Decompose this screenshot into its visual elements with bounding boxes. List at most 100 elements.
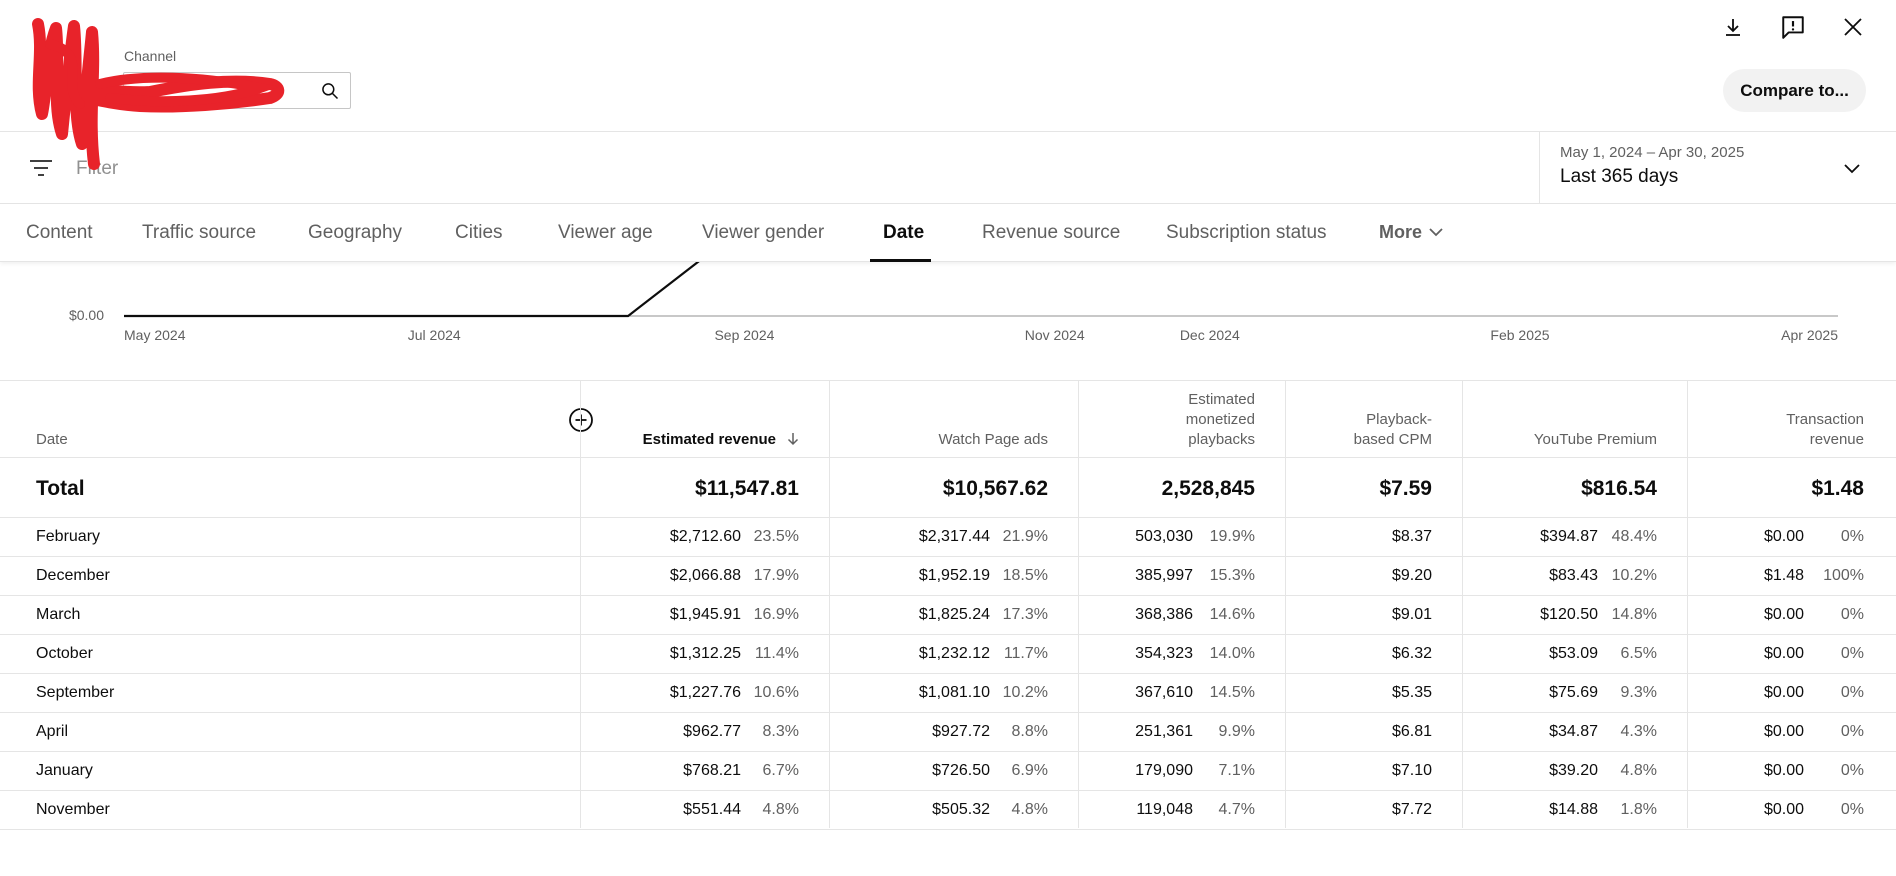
compare-button[interactable]: Compare to... — [1723, 69, 1866, 112]
cell-premium-pct: 4.3% — [1620, 723, 1657, 740]
row-date: December — [36, 567, 110, 584]
cell-est-rev: $962.77 — [683, 723, 741, 740]
tab-more[interactable]: More — [1379, 222, 1444, 243]
tab-viewer-gender[interactable]: Viewer gender — [702, 222, 824, 244]
cell-watch: $927.72 — [932, 723, 990, 740]
cell-playbacks: 368,386 — [1135, 606, 1193, 623]
table-row[interactable]: January $768.21 6.7% $726.50 6.9% 179,090 7.1%… — [0, 752, 1896, 791]
tab-date[interactable]: Date — [883, 222, 924, 244]
column-header-monetized-playbacks[interactable]: Estimated monetized playbacks — [1079, 381, 1285, 459]
cell-premium-pct: 14.8% — [1611, 606, 1657, 623]
tab-more-label: More — [1379, 222, 1423, 242]
search-icon[interactable] — [320, 81, 340, 101]
total-transaction-revenue: $1.48 — [1811, 477, 1864, 500]
cell-watch: $1,952.19 — [918, 567, 990, 584]
row-date: April — [36, 723, 69, 740]
cell-transaction: $1.48 — [1763, 567, 1804, 584]
cell-cpm: $7.72 — [1391, 801, 1432, 818]
channel-search-box — [123, 72, 351, 109]
cell-est-rev-pct: 4.8% — [762, 801, 799, 818]
cell-est-rev-pct: 8.3% — [762, 723, 799, 740]
cell-premium-pct: 10.2% — [1611, 567, 1657, 584]
tab-traffic-source[interactable]: Traffic source — [142, 222, 256, 244]
cell-premium: $34.87 — [1549, 723, 1598, 740]
column-divider — [1078, 380, 1079, 828]
table-total-row: Total $11,547.81 $10,567.62 2,528,845 $7… — [0, 458, 1896, 518]
tab-cities[interactable]: Cities — [455, 222, 503, 244]
cell-est-rev: $2,712.60 — [669, 528, 741, 545]
tab-viewer-age[interactable]: Viewer age — [558, 222, 653, 244]
cell-playbacks: 179,090 — [1135, 762, 1193, 779]
cell-playbacks-pct: 14.6% — [1209, 606, 1255, 623]
cell-est-rev: $551.44 — [683, 801, 741, 818]
cell-premium-pct: 1.8% — [1620, 801, 1657, 818]
download-button[interactable] — [1714, 8, 1752, 46]
cell-premium-pct: 9.3% — [1620, 684, 1657, 701]
row-date: February — [36, 528, 101, 545]
x-tick-label: Feb 2025 — [1490, 327, 1549, 343]
filter-icon[interactable] — [28, 156, 54, 180]
column-divider — [1285, 380, 1286, 828]
column-header-playback-cpm[interactable]: Playback- based CPM — [1286, 381, 1462, 459]
column-header-date[interactable]: Date — [0, 381, 580, 459]
chevron-down-icon — [1429, 228, 1443, 237]
feedback-button[interactable] — [1774, 8, 1812, 46]
date-range-picker[interactable]: May 1, 2024 – Apr 30, 2025 Last 365 days — [1539, 132, 1896, 204]
close-icon — [1844, 18, 1862, 36]
cell-est-rev-pct: 17.9% — [753, 567, 799, 584]
column-header-watch-page-ads[interactable]: Watch Page ads — [830, 381, 1078, 459]
cell-premium-pct: 4.8% — [1620, 762, 1657, 779]
tab-geography[interactable]: Geography — [308, 222, 402, 244]
cell-cpm: $7.10 — [1391, 762, 1432, 779]
row-date: October — [36, 645, 93, 662]
table-row[interactable]: September $1,227.76 10.6% $1,081.10 10.2% 367… — [0, 674, 1896, 713]
tab-content[interactable]: Content — [26, 222, 93, 244]
row-date: March — [36, 606, 81, 623]
x-tick-label: Sep 2024 — [714, 327, 774, 343]
cell-watch: $1,232.12 — [918, 645, 990, 662]
cell-est-rev: $1,227.76 — [669, 684, 741, 701]
cell-transaction-pct: 0% — [1840, 606, 1864, 623]
chevron-down-icon — [1844, 164, 1860, 174]
column-header-youtube-premium[interactable]: YouTube Premium — [1463, 381, 1687, 459]
table-row[interactable]: April $962.77 8.3% $927.72 8.8% 251,361 9.9% $6… — [0, 713, 1896, 752]
row-date: September — [36, 684, 115, 701]
cell-playbacks: 251,361 — [1135, 723, 1193, 740]
table-row[interactable]: December $2,066.88 17.9% $1,952.19 18.5% 385,… — [0, 557, 1896, 596]
table-row[interactable]: February $2,712.60 23.5% $2,317.44 21.9% 503,… — [0, 518, 1896, 557]
date-preset-text: Last 365 days — [1560, 166, 1679, 187]
tab-revenue-source[interactable]: Revenue source — [982, 222, 1120, 244]
cell-watch: $1,081.10 — [918, 684, 990, 701]
cell-est-rev-pct: 6.7% — [762, 762, 799, 779]
column-header-transaction-revenue-label: Transaction revenue — [1786, 410, 1864, 450]
cell-transaction-pct: 0% — [1840, 645, 1864, 662]
column-header-estimated-revenue[interactable]: Estimated revenue — [581, 381, 829, 459]
column-header-watch-page-ads-label: Watch Page ads — [938, 431, 1048, 448]
filter-bar: Filter May 1, 2024 – Apr 30, 2025 Last 3… — [0, 132, 1896, 204]
cell-watch: $1,825.24 — [918, 606, 990, 623]
cell-transaction: $0.00 — [1763, 723, 1804, 740]
x-tick-label: Dec 2024 — [1180, 327, 1240, 343]
header-line: Transaction — [1786, 411, 1864, 428]
cell-est-rev-pct: 23.5% — [753, 528, 799, 545]
close-button[interactable] — [1834, 8, 1872, 46]
chart-svg: $0.00 May 2024 Jul 2024 Sep 2024 Nov 2024 De… — [69, 262, 1838, 343]
channel-search-input[interactable] — [128, 77, 308, 104]
cell-watch-pct: 10.2% — [1002, 684, 1048, 701]
cell-watch-pct: 18.5% — [1002, 567, 1048, 584]
series-line — [124, 262, 700, 318]
cell-est-rev: $1,945.91 — [669, 606, 741, 623]
table-row[interactable]: October $1,312.25 11.4% $1,232.12 11.7% 354,3… — [0, 635, 1896, 674]
column-header-transaction-revenue[interactable]: Transaction revenue — [1688, 381, 1896, 459]
tab-subscription-status[interactable]: Subscription status — [1166, 222, 1327, 244]
column-divider — [829, 380, 830, 828]
cell-playbacks-pct: 9.9% — [1218, 723, 1255, 740]
table-row[interactable]: March $1,945.91 16.9% $1,825.24 17.3% 368,386… — [0, 596, 1896, 635]
cell-transaction-pct: 0% — [1840, 528, 1864, 545]
filter-input[interactable]: Filter — [76, 158, 118, 180]
cell-transaction: $0.00 — [1763, 528, 1804, 545]
table-row[interactable]: November $551.44 4.8% $505.32 4.8% 119,048 4.7… — [0, 791, 1896, 830]
cell-premium-pct: 48.4% — [1611, 528, 1657, 545]
column-header-youtube-premium-label: YouTube Premium — [1533, 431, 1657, 448]
cell-watch-pct: 4.8% — [1011, 801, 1048, 818]
